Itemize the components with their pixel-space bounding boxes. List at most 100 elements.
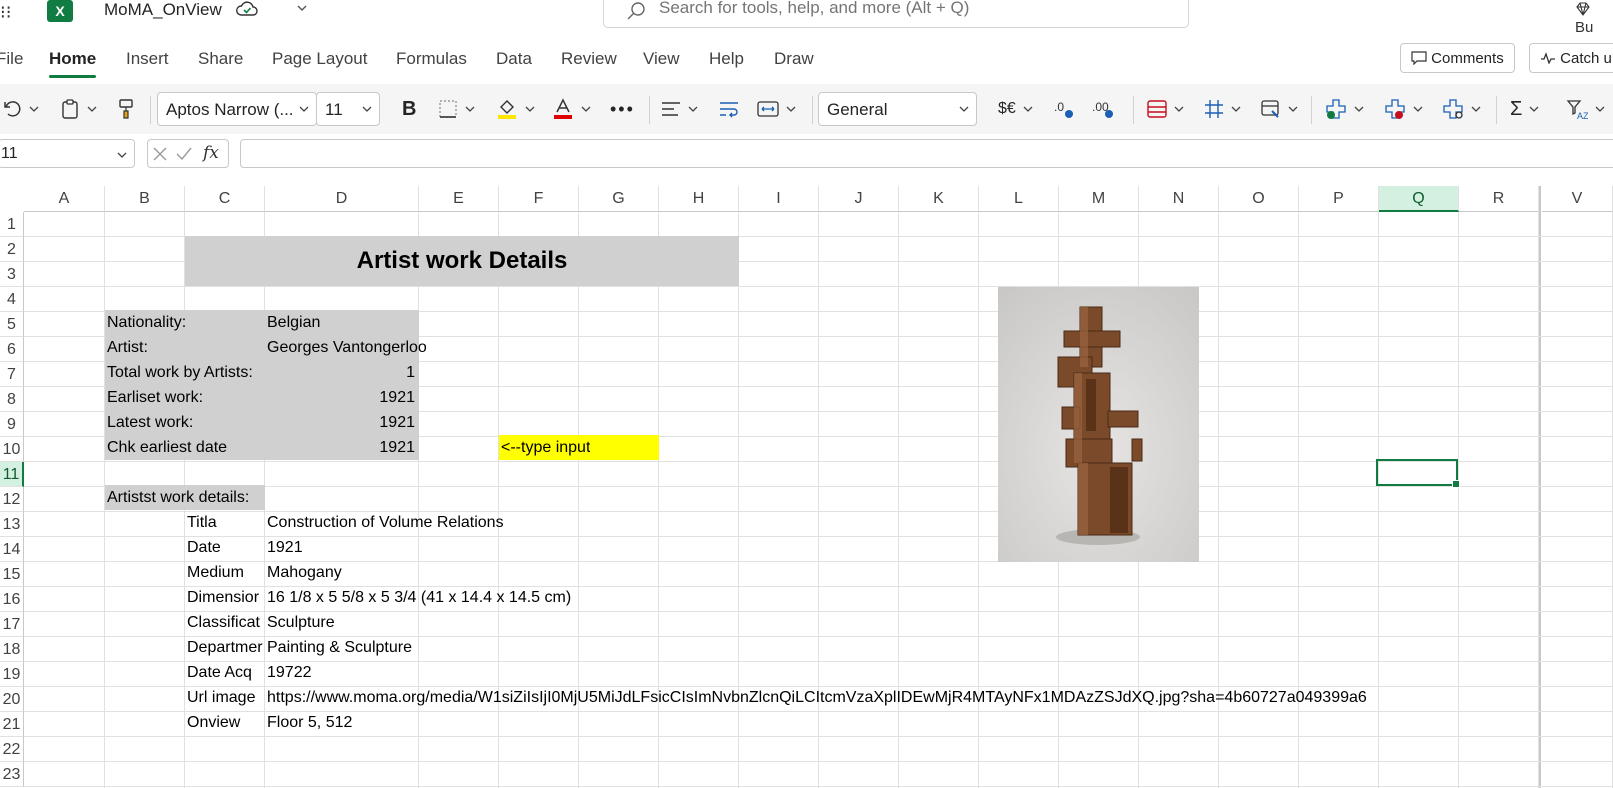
row-header[interactable]: 2: [0, 237, 24, 262]
row-header[interactable]: 11: [0, 462, 24, 487]
function-icon[interactable]: fx: [203, 143, 219, 163]
detail-label[interactable]: Onview: [187, 710, 265, 735]
row-header[interactable]: 7: [0, 362, 24, 387]
detail-value[interactable]: Mahogany: [267, 560, 342, 585]
detail-label[interactable]: Url image: [187, 685, 265, 710]
chk-earliest-label[interactable]: Chk earliest date: [107, 435, 227, 460]
autosum-button[interactable]: Σ: [1510, 94, 1540, 124]
merge-button[interactable]: [757, 94, 797, 124]
column-header[interactable]: C: [185, 186, 265, 212]
format-painter-button[interactable]: [116, 94, 136, 124]
column-header[interactable]: Q: [1379, 186, 1459, 212]
align-button[interactable]: [661, 94, 699, 124]
detail-label[interactable]: Date: [187, 535, 265, 560]
more-options-icon[interactable]: •••: [610, 94, 635, 124]
row-header[interactable]: 21: [0, 712, 24, 737]
row-header[interactable]: 8: [0, 387, 24, 412]
font-color-button[interactable]: [552, 94, 592, 124]
column-header[interactable]: M: [1059, 186, 1139, 212]
name-box[interactable]: 11: [0, 139, 135, 168]
catchup-button[interactable]: Catch u: [1529, 43, 1613, 73]
row-header[interactable]: 3: [0, 262, 24, 287]
latest-work-value[interactable]: 1921: [267, 410, 415, 435]
detail-label[interactable]: Classificat: [187, 610, 265, 635]
cancel-icon[interactable]: [152, 146, 168, 162]
column-header[interactable]: A: [24, 186, 105, 212]
tab-share[interactable]: Share: [198, 49, 243, 69]
active-cell-selection[interactable]: [1376, 459, 1460, 488]
row-header[interactable]: 13: [0, 512, 24, 537]
tab-data[interactable]: Data: [496, 49, 532, 69]
row-header[interactable]: 18: [0, 637, 24, 662]
column-header[interactable]: B: [105, 186, 185, 212]
formula-input[interactable]: [240, 139, 1613, 168]
undo-button[interactable]: [2, 94, 40, 124]
tab-review[interactable]: Review: [561, 49, 617, 69]
column-header[interactable]: K: [899, 186, 979, 212]
premium-diamond-icon[interactable]: Bu: [1575, 1, 1613, 36]
row-header[interactable]: 14: [0, 537, 24, 562]
column-header[interactable]: I: [739, 186, 819, 212]
nationality-value[interactable]: Belgian: [267, 310, 320, 335]
tab-help[interactable]: Help: [709, 49, 744, 69]
delete-cells-button[interactable]: [1384, 94, 1424, 124]
detail-value[interactable]: 16 1/8 x 5 5/8 x 5 3/4 (41 x 14.4 x 14.5…: [267, 585, 571, 610]
font-size-dropdown[interactable]: 11: [316, 92, 380, 126]
sheet-title[interactable]: Artist work Details: [185, 236, 739, 286]
search-box[interactable]: [603, 0, 1189, 28]
insert-cells-button[interactable]: [1325, 94, 1365, 124]
fill-color-button[interactable]: [496, 94, 536, 124]
comments-button[interactable]: Comments: [1400, 43, 1515, 73]
row-header[interactable]: 22: [0, 737, 24, 762]
row-header[interactable]: 5: [0, 312, 24, 337]
column-header[interactable]: J: [819, 186, 899, 212]
borders-button[interactable]: [438, 94, 476, 124]
file-name[interactable]: MoMA_OnView: [104, 0, 222, 20]
column-header[interactable]: N: [1139, 186, 1219, 212]
saved-cloud-icon[interactable]: [236, 0, 258, 23]
row-header[interactable]: 20: [0, 687, 24, 712]
tab-home[interactable]: Home: [49, 49, 97, 78]
nationality-label[interactable]: Nationality:: [107, 310, 186, 335]
detail-value[interactable]: Floor 5, 512: [267, 710, 352, 735]
detail-value[interactable]: Construction of Volume Relations: [267, 510, 504, 535]
detail-label[interactable]: Departmer: [187, 635, 265, 660]
detail-label[interactable]: Medium: [187, 560, 265, 585]
row-header[interactable]: 19: [0, 662, 24, 687]
tab-file[interactable]: File: [0, 49, 23, 69]
total-works-value[interactable]: 1: [267, 360, 415, 385]
font-name-dropdown[interactable]: Aptos Narrow (...: [157, 92, 317, 126]
file-menu-chevron-icon[interactable]: [295, 1, 309, 20]
detail-value[interactable]: Sculpture: [267, 610, 335, 635]
earliest-work-value[interactable]: 1921: [267, 385, 415, 410]
wrap-text-button[interactable]: [719, 94, 741, 124]
tab-insert[interactable]: Insert: [126, 49, 169, 69]
latest-work-label[interactable]: Latest work:: [107, 410, 193, 435]
tab-draw[interactable]: Draw: [774, 49, 814, 69]
detail-label[interactable]: Dimensior: [187, 585, 265, 610]
detail-value[interactable]: 1921: [267, 535, 303, 560]
column-header[interactable]: G: [579, 186, 659, 212]
tab-page-layout[interactable]: Page Layout: [272, 49, 367, 69]
column-header[interactable]: E: [419, 186, 499, 212]
tab-formulas[interactable]: Formulas: [396, 49, 467, 69]
chk-earliest-value[interactable]: 1921: [267, 435, 415, 460]
artwork-image[interactable]: [998, 287, 1199, 562]
row-header[interactable]: 4: [0, 287, 24, 312]
paste-button[interactable]: [60, 94, 98, 124]
row-header[interactable]: 17: [0, 612, 24, 637]
currency-format-button[interactable]: $€: [998, 94, 1034, 124]
increase-decimal-button[interactable]: .00: [1092, 94, 1116, 124]
column-header[interactable]: F: [499, 186, 579, 212]
column-header[interactable]: R: [1459, 186, 1539, 212]
column-header[interactable]: L: [979, 186, 1059, 212]
column-header[interactable]: D: [265, 186, 419, 212]
row-header[interactable]: 16: [0, 587, 24, 612]
column-header[interactable]: P: [1299, 186, 1379, 212]
cell-styles-button[interactable]: [1261, 94, 1299, 124]
format-as-table-button[interactable]: [1204, 94, 1242, 124]
column-header[interactable]: H: [659, 186, 739, 212]
detail-label[interactable]: Date Acq: [187, 660, 265, 685]
row-header[interactable]: 10: [0, 437, 24, 462]
tab-view[interactable]: View: [643, 49, 680, 69]
